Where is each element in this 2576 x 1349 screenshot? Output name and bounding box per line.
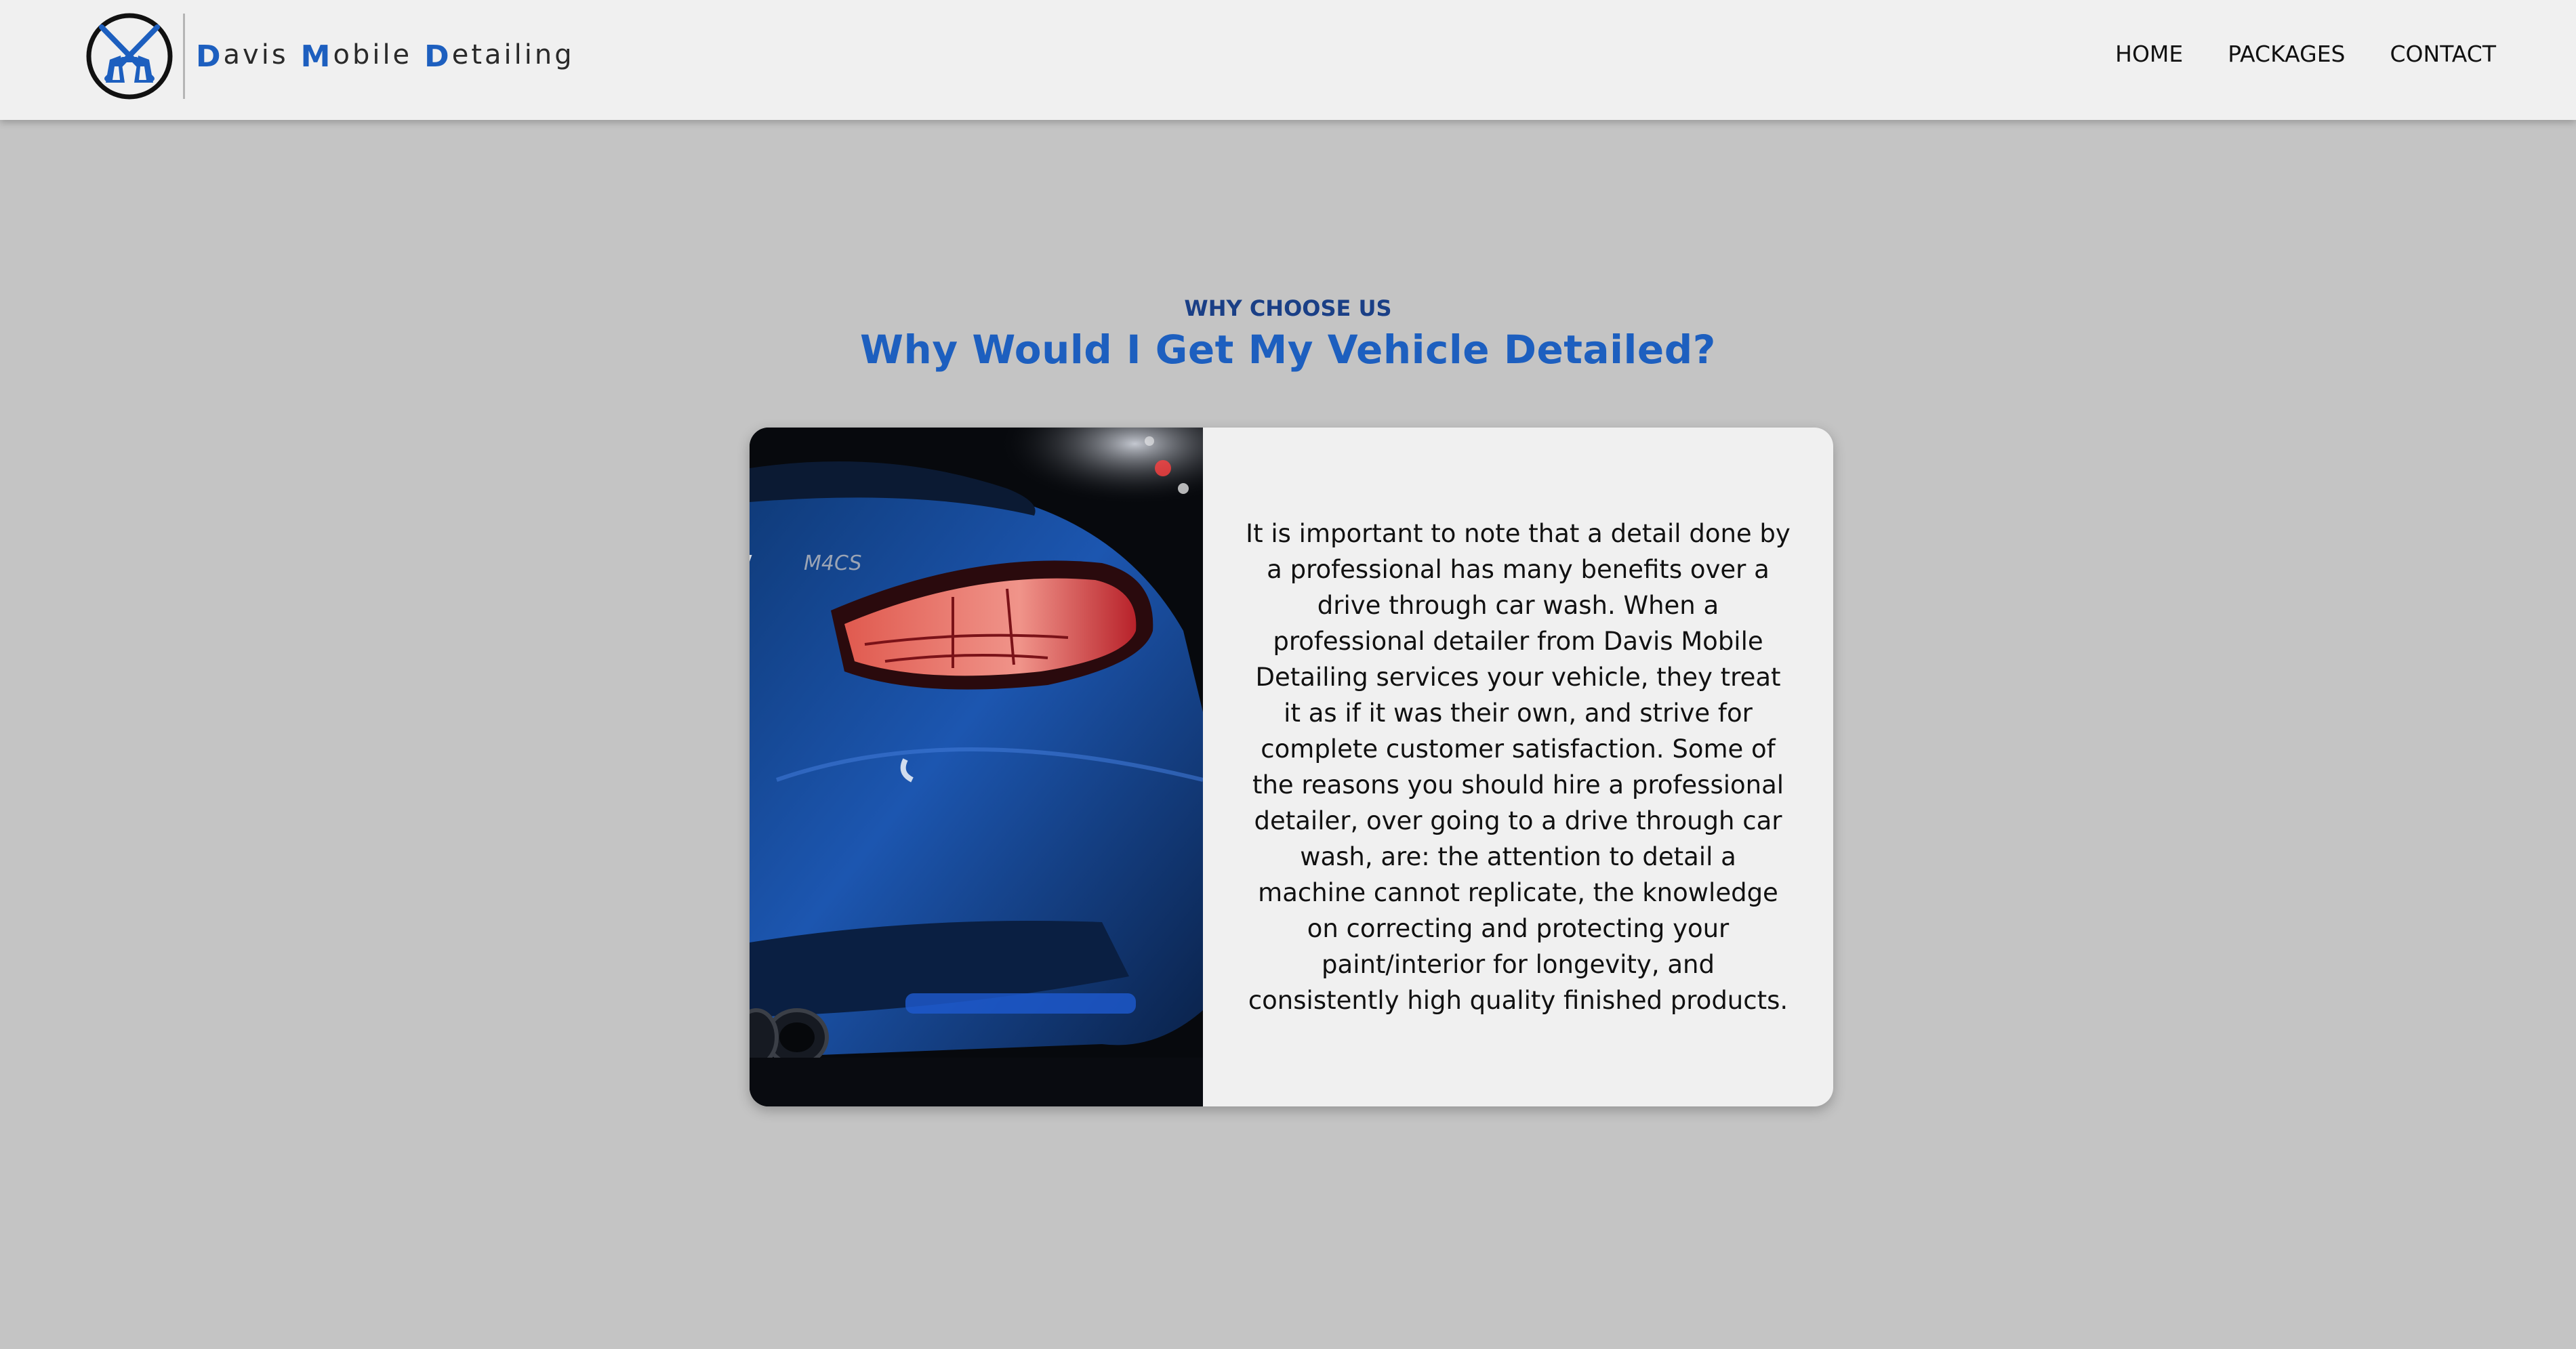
brand-word-initial: M [300,39,333,74]
svg-text:M4CS: M4CS [804,552,862,575]
brand-word: Mobile [301,39,413,74]
nav-packages-link[interactable]: PACKAGES [2228,41,2345,67]
car-taillight-photo: M4CS [750,428,1203,1106]
brand-word-rest: etailing [451,39,575,70]
main-nav: HOME PACKAGES CONTACT [2070,41,2496,67]
brand-word: Davis [196,39,289,74]
brand-word-rest: avis [223,39,289,70]
nav-home-link[interactable]: HOME [2115,41,2183,67]
brand-word: Detailing [424,39,574,74]
crossed-spray-guns-logo-icon [86,13,173,100]
section-eyebrow: WHY CHOOSE US [1184,295,1392,321]
brand-word-rest: obile [333,39,413,70]
why-detail-card: M4CS It is important to note that a deta… [750,428,1833,1106]
site-header: Davis Mobile Detailing HOME PACKAGES CON… [0,0,2576,120]
brand-word-initial: D [424,39,452,74]
card-body-text: It is important to note that a detail do… [1246,519,1791,1015]
brand-logo-link[interactable]: Davis Mobile Detailing [85,12,575,100]
nav-contact-link[interactable]: CONTACT [2390,41,2497,67]
car-taillight-illustration: M4CS [750,428,1203,1106]
brand-divider [183,14,185,99]
brand-name: Davis Mobile Detailing [196,39,575,74]
card-body: It is important to note that a detail do… [1203,428,1833,1106]
brand-word-initial: D [196,39,224,74]
section-title: Why Would I Get My Vehicle Detailed? [860,327,1716,373]
